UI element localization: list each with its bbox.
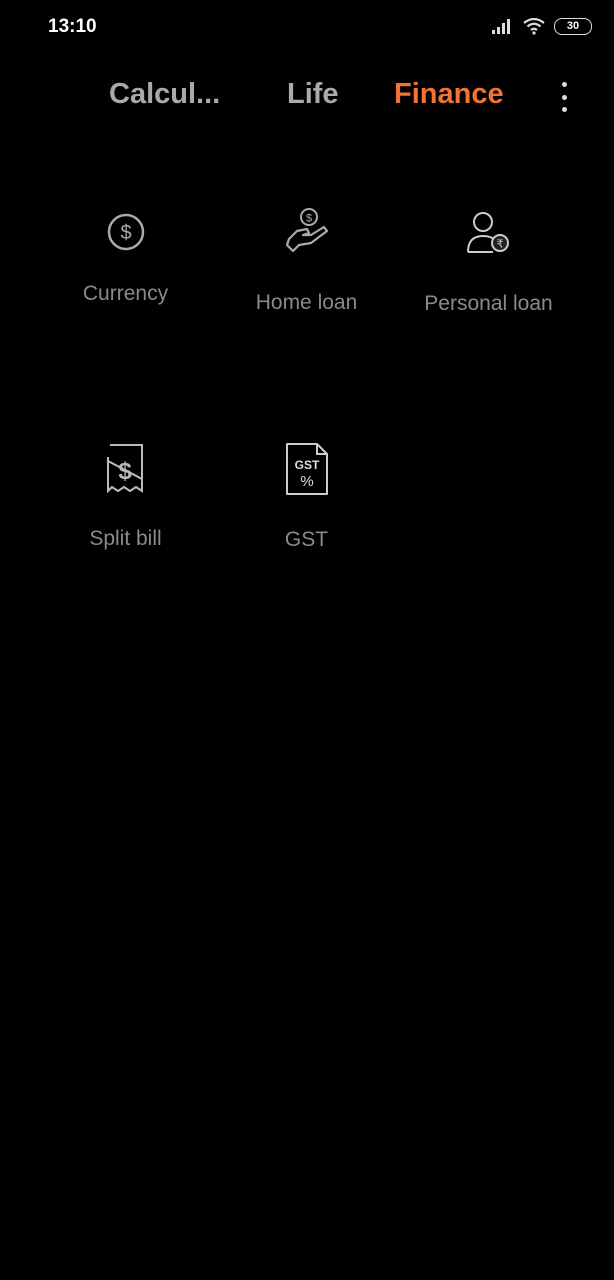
person-rupee-icon: ₹ xyxy=(466,212,509,253)
tool-label: GST xyxy=(284,528,329,551)
tab-calculator[interactable]: Calcul... xyxy=(109,78,220,111)
tool-personal-loan[interactable]: ₹ Personal loan xyxy=(398,210,579,316)
tool-label: Personal loan xyxy=(424,292,553,315)
svg-text:$: $ xyxy=(305,213,311,225)
tool-currency[interactable]: $ Currency xyxy=(35,212,216,306)
tab-life[interactable]: Life xyxy=(287,78,339,111)
status-time: 13:10 xyxy=(48,16,97,37)
svg-text:₹: ₹ xyxy=(496,238,503,251)
battery-icon: 30 xyxy=(554,17,592,35)
tab-bar: Calcul... Life Finance xyxy=(0,78,614,118)
svg-text:$: $ xyxy=(120,222,131,244)
more-options-icon[interactable] xyxy=(552,82,576,112)
wifi-icon xyxy=(523,17,545,35)
tool-split-bill[interactable]: $ Split bill xyxy=(35,443,216,551)
svg-text:GST: GST xyxy=(294,458,319,472)
tool-label: Split bill xyxy=(89,527,162,550)
status-bar: 13:10 30 xyxy=(0,0,614,55)
tool-label: Home loan xyxy=(255,291,358,314)
svg-text:$: $ xyxy=(118,458,132,485)
tool-label: Currency xyxy=(82,282,169,305)
dollar-circle-icon: $ xyxy=(107,213,144,251)
gst-document-icon: GST% xyxy=(285,443,328,495)
hand-coin-icon: $ xyxy=(285,208,328,253)
tab-finance[interactable]: Finance xyxy=(394,78,504,111)
signal-icon xyxy=(492,19,510,34)
tool-gst[interactable]: GST% GST xyxy=(216,442,397,552)
tool-home-loan[interactable]: $ Home loan xyxy=(216,207,397,315)
svg-text:%: % xyxy=(300,473,313,490)
split-receipt-icon: $ xyxy=(106,444,143,494)
